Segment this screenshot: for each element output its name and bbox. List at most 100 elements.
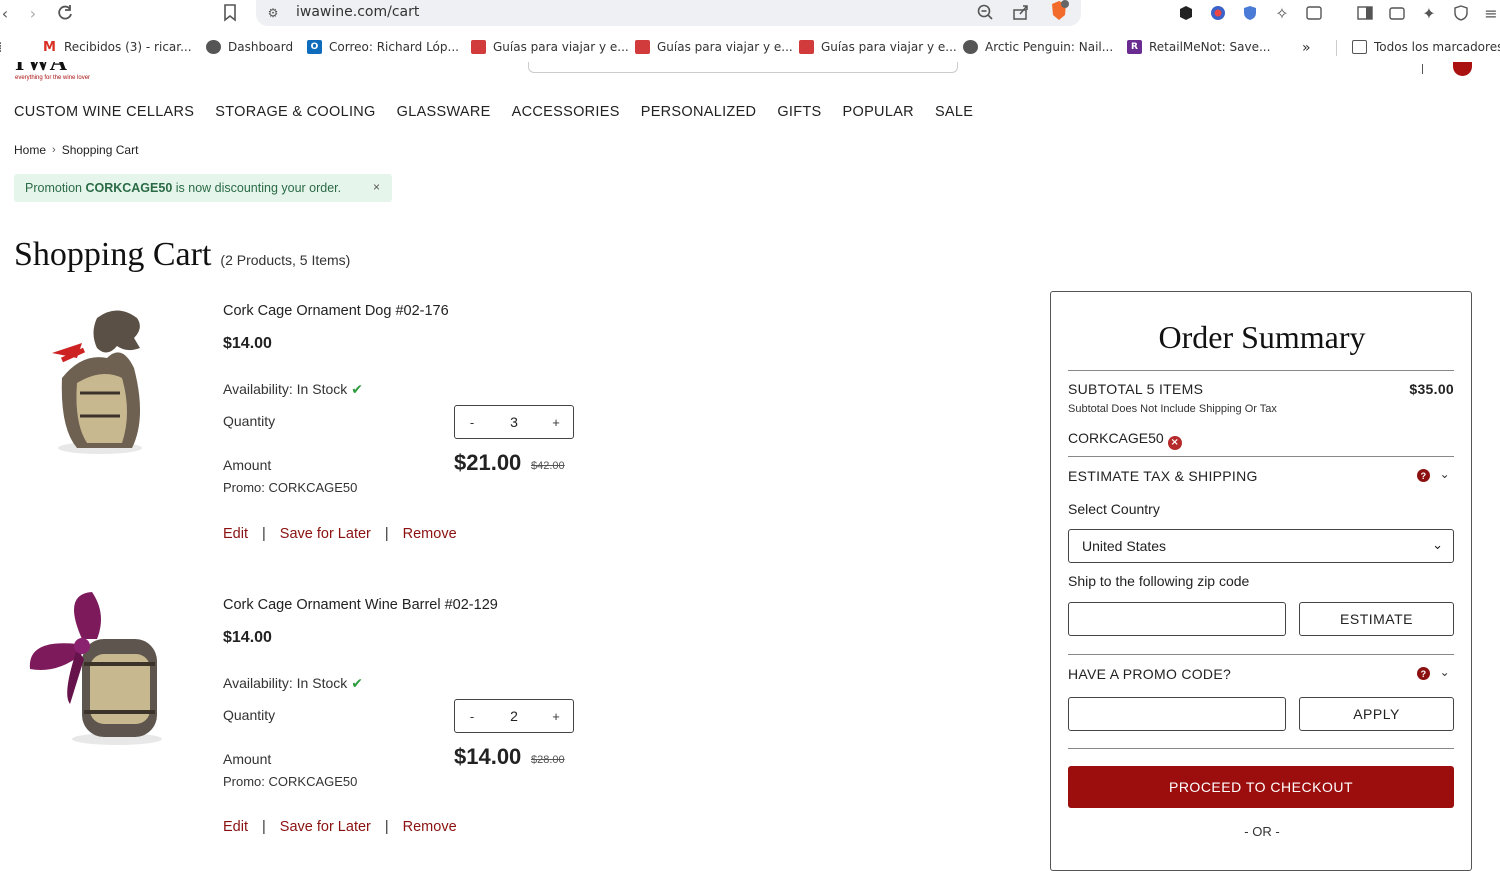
zip-code-input[interactable] bbox=[1068, 602, 1286, 636]
nav-glassware[interactable]: GLASSWARE bbox=[397, 104, 491, 120]
apps-icon[interactable]: ⁞ bbox=[0, 40, 2, 56]
wallet-icon[interactable] bbox=[1386, 2, 1408, 24]
bookmark-item[interactable]: Dashboard bbox=[206, 40, 293, 54]
summary-divider bbox=[1068, 370, 1454, 371]
outlook-icon: O bbox=[307, 40, 322, 54]
site-search-box[interactable] bbox=[528, 62, 958, 73]
extension-shield-icon[interactable] bbox=[1239, 2, 1261, 24]
promotion-banner: Promotion CORKCAGE50 is now discounting … bbox=[14, 174, 392, 202]
country-select[interactable]: United States ⌄ bbox=[1068, 529, 1454, 563]
nav-custom-wine-cellars[interactable]: CUSTOM WINE CELLARS bbox=[14, 104, 194, 120]
save-for-later-link[interactable]: Save for Later bbox=[280, 526, 371, 542]
chevron-down-icon: ⌄ bbox=[1439, 467, 1450, 481]
promo-code-input[interactable] bbox=[1068, 697, 1286, 731]
increment-button[interactable]: + bbox=[539, 709, 573, 724]
forward-icon[interactable]: › bbox=[22, 2, 44, 24]
remove-link[interactable]: Remove bbox=[403, 819, 457, 835]
menu-icon[interactable]: ≡ bbox=[1480, 2, 1500, 24]
nav-popular[interactable]: POPULAR bbox=[843, 104, 914, 120]
quantity-value[interactable]: 3 bbox=[489, 414, 539, 430]
promo-banner-code: CORKCAGE50 bbox=[85, 181, 173, 195]
nav-accessories[interactable]: ACCESSORIES bbox=[512, 104, 620, 120]
url-text[interactable]: iwawine.com/cart bbox=[296, 4, 419, 20]
extension-circle-icon[interactable] bbox=[1207, 2, 1229, 24]
help-icon[interactable]: ? bbox=[1417, 469, 1430, 482]
more-bookmarks-chevron-icon[interactable]: » bbox=[1302, 40, 1311, 56]
bookmarks-bar: ⁞ M Recibidos (3) - ricar... Dashboard O… bbox=[0, 34, 1500, 62]
cart-heading: Shopping Cart bbox=[14, 236, 212, 273]
gmail-icon: M bbox=[43, 39, 56, 55]
bookmark-item[interactable]: R RetailMeNot: Save... bbox=[1127, 40, 1270, 54]
product-image-dog[interactable] bbox=[22, 298, 172, 468]
original-amount: $28.00 bbox=[531, 754, 565, 766]
brave-shield-icon[interactable] bbox=[1048, 0, 1070, 22]
close-icon[interactable]: × bbox=[373, 180, 380, 194]
cart-count-badge[interactable] bbox=[1453, 62, 1472, 76]
leo-ai-icon[interactable]: ✦ bbox=[1418, 2, 1440, 24]
zoom-icon[interactable] bbox=[974, 1, 996, 23]
reload-icon[interactable] bbox=[54, 2, 76, 24]
edit-link[interactable]: Edit bbox=[223, 526, 248, 542]
quantity-label: Quantity bbox=[223, 707, 276, 723]
help-icon[interactable]: ? bbox=[1417, 667, 1430, 680]
checkmark-icon: ✔ bbox=[351, 382, 363, 398]
promo-banner-prefix: Promotion bbox=[25, 181, 86, 195]
item-actions: Edit | Save for Later | Remove bbox=[223, 819, 457, 835]
remove-code-icon[interactable]: × bbox=[1167, 435, 1182, 450]
tab-search-icon[interactable] bbox=[1303, 2, 1325, 24]
product-image-barrel[interactable] bbox=[22, 584, 172, 754]
quantity-label: Quantity bbox=[223, 413, 276, 429]
sidebar-icon[interactable] bbox=[1354, 2, 1376, 24]
extension-hex-icon[interactable] bbox=[1175, 2, 1197, 24]
summary-divider bbox=[1068, 654, 1454, 655]
product-name[interactable]: Cork Cage Ornament Wine Barrel #02-129 bbox=[223, 597, 498, 613]
bookmark-label: Guías para viajar y e... bbox=[493, 40, 629, 54]
bookmark-item[interactable]: M Recibidos (3) - ricar... bbox=[42, 39, 192, 55]
bookmark-star-icon[interactable] bbox=[219, 2, 241, 24]
bookmark-item[interactable]: O Correo: Richard Lóp... bbox=[307, 40, 459, 54]
nav-gifts[interactable]: GIFTS bbox=[777, 104, 821, 120]
link-divider: | bbox=[262, 819, 266, 835]
estimate-heading: ESTIMATE TAX & SHIPPING bbox=[1068, 468, 1258, 484]
bookmark-item[interactable]: Guías para viajar y e... bbox=[799, 40, 957, 54]
increment-button[interactable]: + bbox=[539, 415, 573, 430]
line-amount: $21.00 bbox=[454, 450, 522, 475]
nav-personalized[interactable]: PERSONALIZED bbox=[641, 104, 757, 120]
apply-button[interactable]: APPLY bbox=[1299, 697, 1454, 731]
nav-sale[interactable]: SALE bbox=[935, 104, 973, 120]
globe-icon bbox=[206, 40, 221, 54]
estimate-tax-shipping-toggle[interactable]: ESTIMATE TAX & SHIPPING ? ⌄ bbox=[1068, 467, 1454, 484]
vpn-icon[interactable] bbox=[1450, 2, 1472, 24]
site-logo[interactable]: IWA everything for the wine lover bbox=[15, 62, 120, 84]
bookmark-item[interactable]: Guías para viajar y e... bbox=[635, 40, 793, 54]
proceed-to-checkout-button[interactable]: PROCEED TO CHECKOUT bbox=[1068, 766, 1454, 808]
all-bookmarks-folder[interactable]: Todos los marcadores bbox=[1352, 40, 1500, 54]
bookmark-item[interactable]: Guías para viajar y e... bbox=[471, 40, 629, 54]
country-select-value: United States bbox=[1082, 538, 1167, 554]
promo-code-toggle[interactable]: HAVE A PROMO CODE? ? ⌄ bbox=[1068, 665, 1454, 682]
bookmark-label: Guías para viajar y e... bbox=[657, 40, 793, 54]
folder-icon bbox=[1352, 40, 1367, 54]
breadcrumb-home[interactable]: Home bbox=[14, 143, 46, 157]
bookmark-item[interactable]: Arctic Penguin: Nail... bbox=[963, 40, 1113, 54]
checkmark-icon: ✔ bbox=[351, 676, 363, 692]
subtotal-note: Subtotal Does Not Include Shipping Or Ta… bbox=[1068, 403, 1277, 415]
share-icon[interactable] bbox=[1010, 1, 1032, 23]
nav-storage-cooling[interactable]: STORAGE & COOLING bbox=[215, 104, 375, 120]
decrement-button[interactable]: - bbox=[455, 415, 489, 430]
availability-text: Availability: In Stock bbox=[223, 381, 348, 397]
estimate-button[interactable]: ESTIMATE bbox=[1299, 602, 1454, 636]
remove-link[interactable]: Remove bbox=[403, 526, 457, 542]
site-info-icon[interactable]: ⚙ bbox=[262, 2, 284, 24]
save-for-later-link[interactable]: Save for Later bbox=[280, 819, 371, 835]
applied-promo: Promo: CORKCAGE50 bbox=[223, 774, 358, 789]
retailmenot-icon: R bbox=[1127, 40, 1142, 54]
extensions-puzzle-icon[interactable]: ✧ bbox=[1271, 2, 1293, 24]
order-summary-title: Order Summary bbox=[1158, 319, 1366, 355]
back-icon[interactable]: ‹ bbox=[0, 2, 16, 24]
address-bar[interactable]: ⚙ iwawine.com/cart bbox=[256, 0, 1081, 26]
edit-link[interactable]: Edit bbox=[223, 819, 248, 835]
product-name[interactable]: Cork Cage Ornament Dog #02-176 bbox=[223, 303, 449, 319]
quantity-value[interactable]: 2 bbox=[489, 708, 539, 724]
decrement-button[interactable]: - bbox=[455, 709, 489, 724]
